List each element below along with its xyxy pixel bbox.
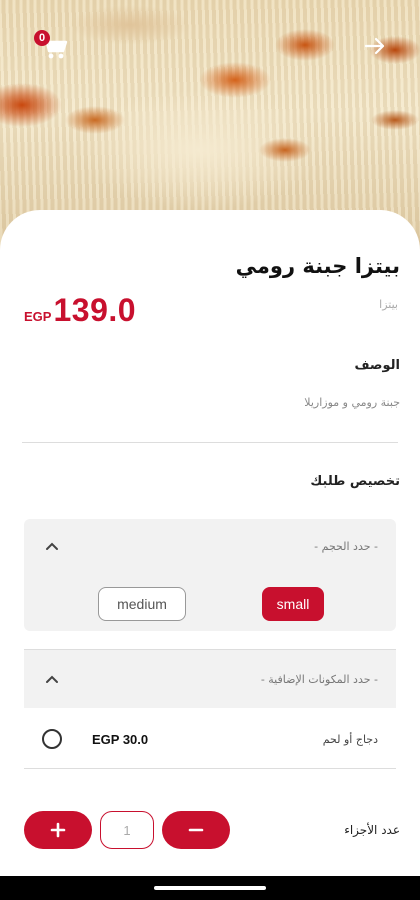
home-indicator[interactable]	[154, 886, 266, 890]
description-label: الوصف	[354, 358, 400, 373]
decrease-quantity-button[interactable]	[162, 811, 230, 849]
size-option-medium[interactable]: medium	[98, 587, 186, 621]
price-value: 139.0	[53, 292, 137, 328]
product-details-sheet: بيتزا جبنة رومي بيتزا EGP 139.0 الوصف جب…	[0, 210, 420, 880]
quantity-stepper: 1 عدد الأجزاء	[24, 810, 400, 850]
description-text: جبنة رومي و موزاريلا	[304, 396, 400, 409]
customize-label: تخصيص طلبك	[310, 474, 400, 489]
price-currency: EGP	[24, 309, 52, 324]
chevron-up-icon[interactable]	[42, 536, 62, 556]
chevron-up-icon[interactable]	[42, 669, 62, 689]
addon-item[interactable]: EGP 30.0 دجاج أو لحم	[24, 708, 396, 770]
arrow-right-icon	[364, 37, 385, 55]
addons-section: - حدد المكونات الإضافية - EGP 30.0 دجاج …	[24, 649, 396, 769]
back-button[interactable]	[360, 34, 390, 58]
cart-count-badge: 0	[34, 30, 50, 46]
product-price: EGP 139.0	[24, 292, 136, 329]
size-section-header[interactable]: - حدد الحجم -	[24, 533, 396, 559]
increase-quantity-button[interactable]	[24, 811, 92, 849]
size-section: - حدد الحجم - medium small	[24, 519, 396, 631]
addon-name: دجاج أو لحم	[322, 732, 378, 746]
product-title: بيتزا جبنة رومي	[235, 254, 400, 278]
divider	[22, 442, 398, 443]
size-option-small[interactable]: small	[262, 587, 324, 621]
quantity-value[interactable]: 1	[100, 811, 154, 849]
addons-section-title: - حدد المكونات الإضافية -	[260, 672, 378, 686]
size-section-title: - حدد الحجم -	[314, 539, 378, 553]
plus-icon	[50, 822, 66, 838]
quantity-label: عدد الأجزاء	[344, 823, 400, 837]
product-category: بيتزا	[379, 298, 398, 311]
addons-section-header[interactable]: - حدد المكونات الإضافية -	[24, 650, 396, 708]
addon-radio[interactable]	[42, 729, 62, 749]
cart-button[interactable]: 0	[34, 30, 74, 66]
addon-price: EGP 30.0	[92, 731, 149, 747]
minus-icon	[188, 828, 204, 832]
system-navigation-bar	[0, 876, 420, 900]
